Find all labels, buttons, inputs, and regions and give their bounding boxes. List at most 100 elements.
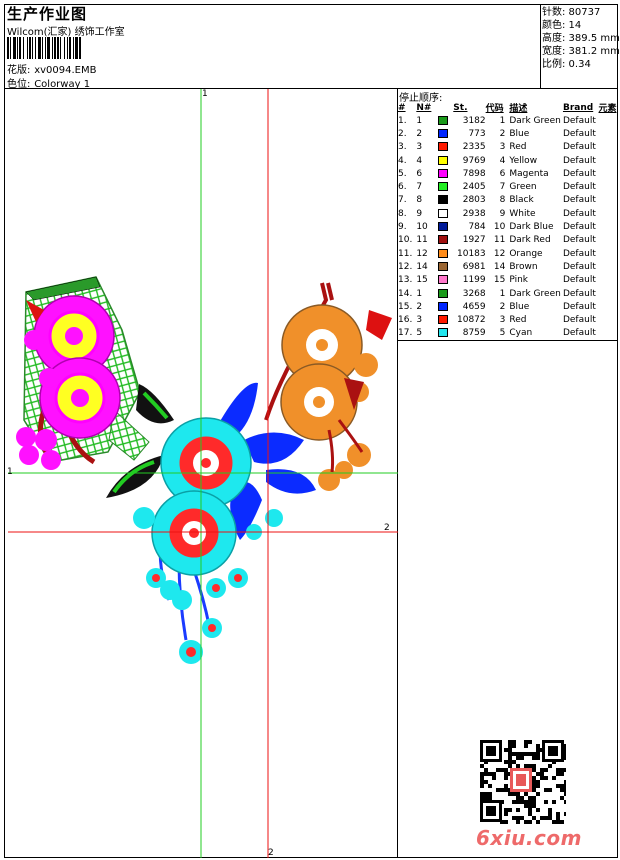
needle-number: 7 <box>416 182 423 193</box>
color-swatch <box>438 114 453 127</box>
stitch-count-cell: 10872 <box>457 315 486 326</box>
element-cell <box>599 274 620 287</box>
dark-red-loop-right <box>326 282 334 301</box>
stop-seq: 10. <box>398 235 413 246</box>
element-cell <box>599 234 620 247</box>
swatch-box <box>438 142 449 152</box>
swatch-box <box>438 235 449 245</box>
thread-brand: Default <box>562 222 596 233</box>
color-code: 2 <box>499 301 506 312</box>
stats-divider <box>540 4 541 89</box>
stop-row: 16. 3 10872 3 Red Default <box>398 313 620 326</box>
color-swatch <box>438 234 453 247</box>
stop-seq: 12. <box>398 261 413 272</box>
needle-number: 11 <box>416 235 428 246</box>
design-scale: 比例: 0.34 <box>542 59 591 70</box>
color-swatch <box>438 327 453 340</box>
design-width: 宽度: 381.2 mm <box>542 46 620 57</box>
color-code: 10 <box>493 222 506 233</box>
stitch-count-cell: 6981 <box>462 261 486 272</box>
element-cell <box>599 194 620 207</box>
swatch-box <box>438 208 449 218</box>
swatch-box <box>438 248 449 258</box>
color-swatch <box>438 167 453 180</box>
stitch-count-cell: 9769 <box>462 155 486 166</box>
stop-row: 6. 7 2405 7 Green Default <box>398 180 620 193</box>
swatch-box <box>438 182 449 192</box>
thread-brand: Default <box>562 301 596 312</box>
needle-number: 2 <box>416 301 423 312</box>
watermark-logo: 6xiu.com <box>476 826 582 850</box>
red-axis-bottom-label: 2 <box>268 848 274 858</box>
needle-number: 3 <box>416 315 423 326</box>
embroidery-design-area <box>4 89 398 858</box>
col-header-seq: # <box>398 102 406 113</box>
needle-number: 1 <box>416 115 423 126</box>
color-description: Blue <box>509 128 530 139</box>
stop-row: 17. 5 8759 5 Cyan Default <box>398 327 620 340</box>
needle-number: 3 <box>416 142 423 153</box>
stitch-count-cell: 1199 <box>462 275 486 286</box>
swatch-box <box>438 222 449 232</box>
element-cell <box>599 154 620 167</box>
design-height: 高度: 389.5 mm <box>542 33 620 44</box>
color-description: Orange <box>509 248 543 259</box>
stop-row: 2. 2 773 2 Blue Default <box>398 127 620 140</box>
color-code: 7 <box>499 182 506 193</box>
embroidery-design <box>8 89 398 858</box>
element-cell <box>599 220 620 233</box>
thread-brand: Default <box>562 248 596 259</box>
needle-number: 4 <box>416 155 423 166</box>
needle-number: 9 <box>416 208 423 219</box>
color-description: Blue <box>509 301 530 312</box>
needle-number: 5 <box>416 328 423 339</box>
qr-code <box>478 738 566 824</box>
color-swatch <box>438 154 453 167</box>
green-axis-left-label: 1 <box>7 467 13 477</box>
stop-row: 7. 8 2803 8 Black Default <box>398 194 620 207</box>
needle-number: 14 <box>416 261 428 272</box>
color-description: Dark Green <box>509 288 561 299</box>
stop-row: 8. 9 2938 9 White Default <box>398 207 620 220</box>
thread-brand: Default <box>562 155 596 166</box>
color-code: 11 <box>493 235 506 246</box>
color-swatch <box>438 247 453 260</box>
thread-brand: Default <box>562 315 596 326</box>
stop-seq: 9. <box>398 222 407 233</box>
thread-brand: Default <box>562 275 596 286</box>
swatch-box <box>438 301 449 311</box>
cyan-flower-bottom <box>151 490 237 576</box>
table-bottom-divider <box>397 340 618 341</box>
stop-row: 11. 12 10183 12 Orange Default <box>398 247 620 260</box>
stop-seq: 8. <box>398 208 407 219</box>
color-description: Pink <box>509 275 528 286</box>
stitch-count-cell: 10183 <box>457 248 486 259</box>
stitch-count-cell: 3268 <box>462 288 486 299</box>
stitch-count-cell: 784 <box>468 222 486 233</box>
swatch-box <box>438 195 449 205</box>
stop-seq: 5. <box>398 168 407 179</box>
design-file-line: 花版: xv0094.EMB <box>7 61 96 76</box>
element-cell <box>599 167 620 180</box>
color-code: 1 <box>499 115 506 126</box>
color-code: 8 <box>499 195 506 206</box>
stop-seq: 11. <box>398 248 413 259</box>
color-description: Red <box>509 142 527 153</box>
swatch-box <box>438 128 449 138</box>
stitch-count-cell: 2335 <box>462 142 486 153</box>
red-leaf-right <box>366 310 392 340</box>
stitch-count-cell: 2803 <box>462 195 486 206</box>
stitch-count-cell: 773 <box>468 128 486 139</box>
stop-seq: 13. <box>398 275 413 286</box>
color-swatch <box>438 141 453 154</box>
needle-number: 15 <box>416 275 428 286</box>
thread-brand: Default <box>562 142 596 153</box>
color-description: Dark Red <box>509 235 551 246</box>
swatch-box <box>438 155 449 165</box>
needle-number: 6 <box>416 168 423 179</box>
stop-sequence-table: # N# St. 代码 描述 Brand 元素 1. 1 3182 1 Dark Gre… <box>398 101 620 340</box>
element-cell <box>599 327 620 340</box>
stop-row: 13. 15 1199 15 Pink Default <box>398 274 620 287</box>
color-description: Dark Blue <box>509 222 554 233</box>
col-header-description: 描述 <box>509 104 528 114</box>
